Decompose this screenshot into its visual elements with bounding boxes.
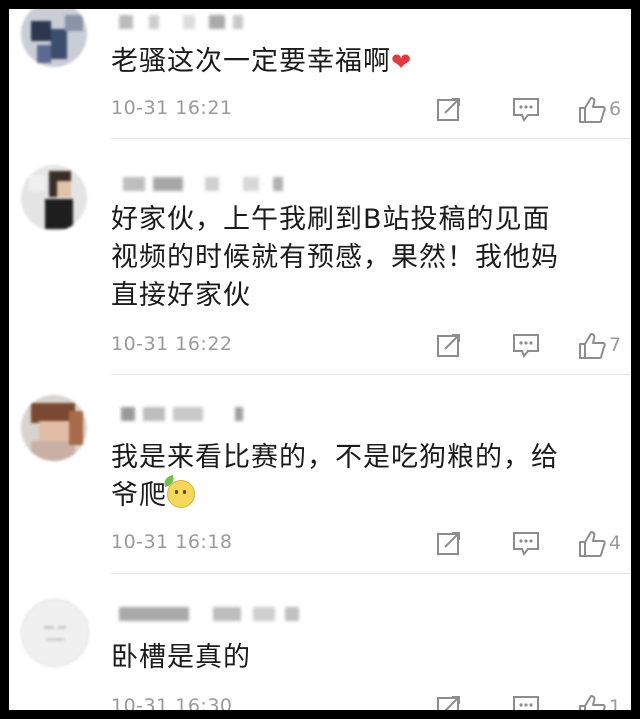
like-icon[interactable] [577, 693, 607, 710]
comment-text: 卧槽是真的 [111, 642, 251, 673]
like-icon[interactable] [577, 331, 607, 361]
reply-icon[interactable] [511, 529, 541, 557]
share-icon[interactable] [435, 529, 463, 557]
avatar[interactable] [21, 9, 87, 67]
like-count: 4 [609, 532, 622, 554]
like-count: 7 [609, 334, 622, 356]
comment-text: 好家伙，上午我刷到B站投稿的见面 视频的时候就有预感，果然！我他妈 直接好家伙 [111, 204, 559, 311]
divider [111, 138, 631, 139]
avatar[interactable] [21, 165, 87, 231]
comment-actions: 4 [431, 529, 631, 559]
like-icon[interactable] [577, 529, 607, 559]
mango-face-emoji-icon [161, 474, 195, 508]
divider [111, 573, 631, 574]
comment-text: 我是来看比赛的，不是吃狗粮的，给 爷爬 [111, 442, 559, 511]
avatar[interactable] [21, 599, 89, 667]
comment-text: 老骚这次一定要幸福啊❤ [111, 46, 413, 77]
comment-actions: 1 [431, 693, 631, 710]
share-icon[interactable] [435, 693, 463, 710]
share-icon[interactable] [435, 331, 463, 359]
comment-time: 10-31 16:18 [111, 531, 233, 553]
reply-icon[interactable] [511, 693, 541, 710]
avatar[interactable] [21, 395, 87, 461]
reply-icon[interactable] [511, 331, 541, 359]
like-count: 1 [609, 696, 622, 710]
comment-actions: 7 [431, 331, 631, 361]
like-icon[interactable] [577, 95, 607, 125]
reply-icon[interactable] [511, 95, 541, 123]
red-heart-icon: ❤ [391, 48, 413, 76]
comment-time: 10-31 16:22 [111, 333, 233, 355]
like-count: 6 [609, 98, 622, 120]
comment-actions: 6 [431, 95, 631, 125]
comment-time: 10-31 16:30 [111, 695, 233, 710]
comment-time: 10-31 16:21 [111, 97, 233, 119]
comment-list: 老骚这次一定要幸福啊❤ 10-31 16:21 6 好家伙，上午我刷到B站投稿的… [9, 9, 631, 710]
share-icon[interactable] [435, 95, 463, 123]
divider [111, 374, 631, 375]
